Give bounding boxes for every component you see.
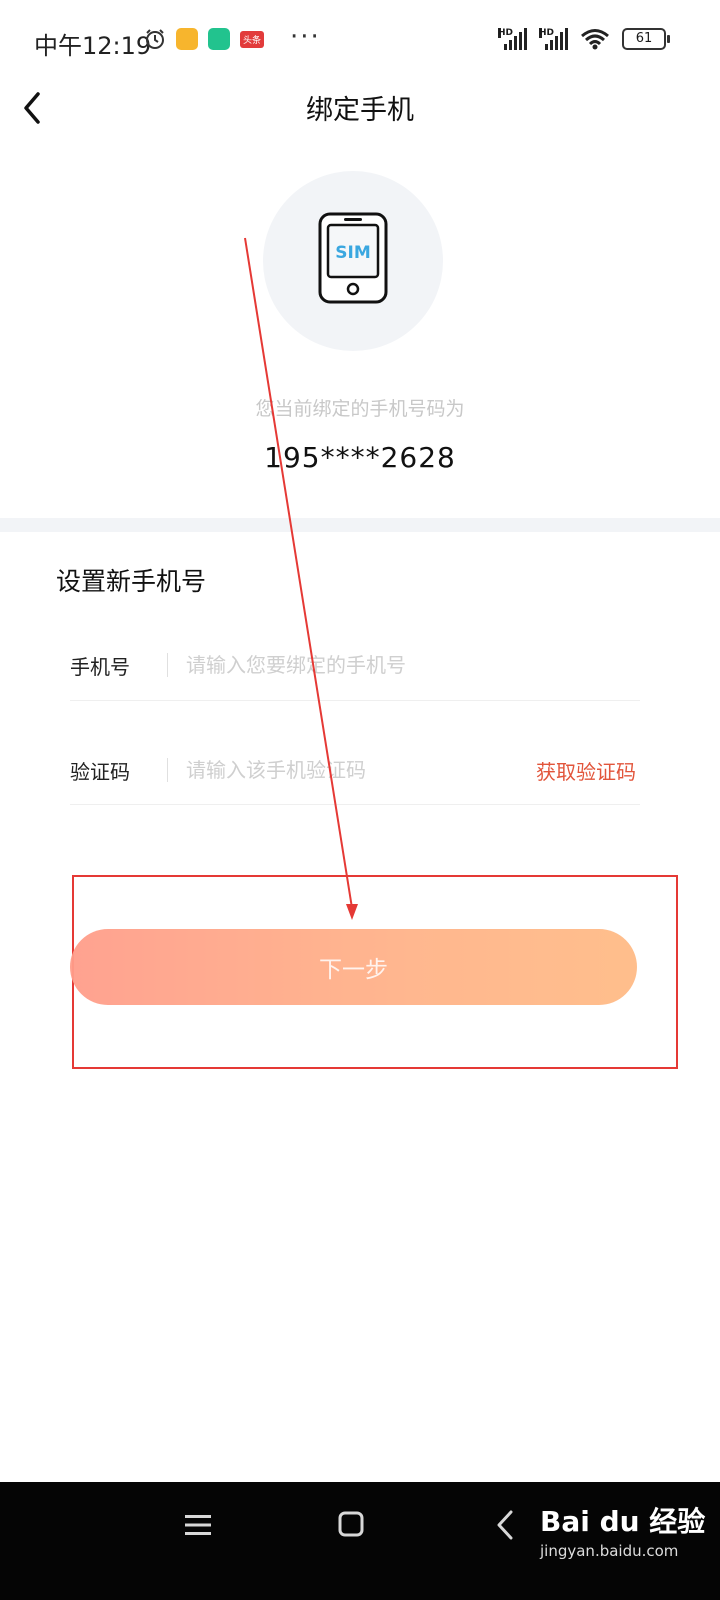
security-app-icon bbox=[208, 28, 230, 50]
phone-label: 手机号 bbox=[70, 655, 130, 679]
baidu-watermark: Bai du 经验 jingyan.baidu.com bbox=[540, 1500, 705, 1560]
sim-label: SIM bbox=[335, 243, 371, 263]
status-app-icons: 头条 bbox=[144, 28, 265, 50]
current-phone-number: 195****2628 bbox=[264, 441, 456, 474]
code-separator bbox=[167, 758, 168, 782]
signal-icon: HD bbox=[498, 28, 527, 50]
nav-back-icon[interactable] bbox=[494, 1508, 516, 1542]
wifi-icon bbox=[581, 29, 609, 50]
status-time: 中午12:19 bbox=[34, 32, 152, 60]
code-label: 验证码 bbox=[70, 760, 130, 784]
code-input[interactable] bbox=[186, 756, 486, 784]
battery-indicator: 61 bbox=[622, 28, 670, 50]
system-status: HD HD 61 bbox=[498, 28, 670, 50]
phone-separator bbox=[167, 653, 168, 677]
phone-underline bbox=[70, 700, 640, 701]
menu-icon[interactable] bbox=[184, 1512, 212, 1538]
signal-icon-2: HD bbox=[539, 28, 568, 50]
page-title: 绑定手机 bbox=[306, 95, 414, 126]
notes-app-icon bbox=[176, 28, 198, 50]
home-icon[interactable] bbox=[338, 1511, 364, 1537]
next-step-button[interactable]: 下一步 bbox=[70, 929, 637, 1005]
watermark-brand: Bai du 经验 bbox=[540, 1505, 706, 1538]
alarm-icon bbox=[146, 29, 164, 49]
watermark-url: jingyan.baidu.com bbox=[540, 1542, 679, 1560]
phone-input[interactable] bbox=[186, 651, 516, 679]
current-number-hint: 您当前绑定的手机号码为 bbox=[255, 398, 465, 420]
toutiao-app-icon: 头条 bbox=[240, 30, 265, 48]
section-title: 设置新手机号 bbox=[56, 567, 207, 596]
more-notifications: ··· bbox=[290, 22, 321, 52]
sim-phone-icon: SIM bbox=[318, 212, 388, 304]
code-underline bbox=[70, 804, 640, 805]
get-code-button[interactable]: 获取验证码 bbox=[536, 756, 636, 785]
section-divider bbox=[0, 518, 720, 532]
